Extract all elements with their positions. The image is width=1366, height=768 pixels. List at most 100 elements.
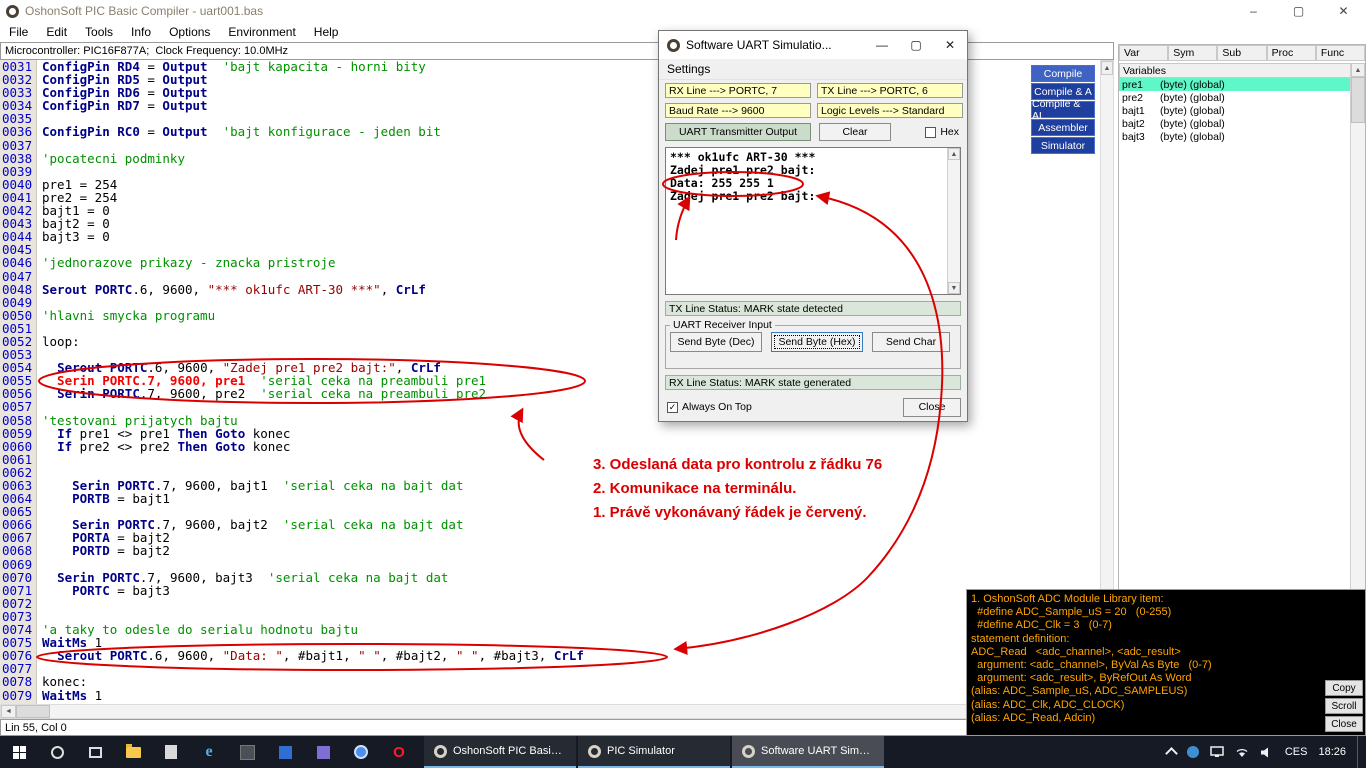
send-byte-hex-button[interactable]: Send Byte (Hex) (771, 332, 863, 352)
show-desktop-button[interactable] (1357, 736, 1362, 768)
menu-environment[interactable]: Environment (219, 25, 304, 39)
variable-row[interactable]: bajt1(byte) (global) (1119, 104, 1351, 117)
send-char-button[interactable]: Send Char (872, 332, 950, 352)
code-line[interactable]: 0061 (0, 453, 1100, 466)
tab-var[interactable]: Var (1119, 45, 1168, 61)
pinned-app-2[interactable]: e (190, 736, 228, 768)
dialog-minimize-button[interactable]: — (865, 31, 899, 59)
variable-row[interactable]: bajt3(byte) (global) (1119, 130, 1351, 143)
baud-rate-field[interactable]: Baud Rate ---> 9600 (665, 103, 811, 118)
uart-dialog-titlebar[interactable]: Software UART Simulatio... — ▢ ✕ (659, 31, 967, 59)
scroll-left-icon[interactable]: ◄ (1, 705, 16, 718)
adc-close-button[interactable]: Close (1325, 716, 1363, 732)
code-text: 'hlavni smycka programu (36, 309, 215, 322)
dialog-maximize-button[interactable]: ▢ (899, 31, 933, 59)
taskbar-window-oshonsoft[interactable]: OshonSoft PIC Basic ... (424, 736, 576, 768)
taskbar-window-pic-simulator[interactable]: PIC Simulator (578, 736, 730, 768)
variable-type: (byte) (global) (1160, 131, 1225, 143)
maximize-button[interactable]: ▢ (1276, 0, 1321, 22)
pinned-app-3[interactable] (228, 736, 266, 768)
code-line[interactable]: 0074'a taky to odesle do serialu hodnotu… (0, 623, 1100, 636)
tab-sub[interactable]: Sub (1217, 45, 1266, 61)
uart-transmitter-output-button[interactable]: UART Transmitter Output (665, 123, 811, 141)
language-indicator[interactable]: CES (1285, 746, 1308, 758)
scroll-up-icon[interactable]: ▲ (1351, 63, 1365, 77)
minimize-button[interactable]: – (1231, 0, 1276, 22)
volume-icon[interactable] (1260, 747, 1274, 758)
always-on-top-checkbox[interactable]: Always On Top (667, 401, 752, 413)
hex-checkbox[interactable]: Hex (925, 126, 959, 138)
always-on-top-checkbox-box[interactable] (667, 402, 678, 413)
scroll-up-icon[interactable]: ▲ (948, 148, 960, 160)
simulator-button[interactable]: Simulator (1031, 137, 1095, 154)
editor-hscrollbar[interactable]: ◄ (0, 704, 1114, 719)
code-token: PORTB (72, 491, 110, 506)
hex-checkbox-box[interactable] (925, 127, 936, 138)
variable-row[interactable]: pre2(byte) (global) (1119, 91, 1351, 104)
start-button[interactable] (0, 736, 38, 768)
send-byte-dec-button[interactable]: Send Byte (Dec) (670, 332, 762, 352)
code-text: PORTC = bajt3 (36, 584, 170, 597)
logic-levels-field[interactable]: Logic Levels ---> Standard (817, 103, 963, 118)
code-line[interactable]: 0071 PORTC = bajt3 (0, 584, 1100, 597)
menu-edit[interactable]: Edit (37, 25, 76, 39)
main-titlebar[interactable]: OshonSoft PIC Basic Compiler - uart001.b… (0, 0, 1366, 22)
file-explorer-button[interactable] (114, 736, 152, 768)
taskbar-window-uart-simulator[interactable]: Software UART Simul... (732, 736, 884, 768)
tray-app-icon[interactable] (1187, 746, 1199, 758)
scroll-down-icon[interactable]: ▼ (948, 282, 960, 294)
pinned-app-6[interactable] (342, 736, 380, 768)
code-line[interactable]: 0068 PORTD = bajt2 (0, 544, 1100, 557)
code-line[interactable]: 0076 Serout PORTC.6, 9600, "Data: ", #ba… (0, 649, 1100, 662)
variable-row[interactable]: bajt2(byte) (global) (1119, 117, 1351, 130)
code-line[interactable]: 0079WaitMs 1 (0, 689, 1100, 702)
variable-row[interactable]: pre1(byte) (global) (1119, 78, 1351, 91)
adc-scroll-button[interactable]: Scroll (1325, 698, 1363, 714)
code-line[interactable]: 0078konec: (0, 675, 1100, 688)
tab-proc[interactable]: Proc (1267, 45, 1316, 61)
search-button[interactable] (38, 736, 76, 768)
display-icon[interactable] (1210, 746, 1224, 758)
variables-header[interactable]: Variables (1119, 63, 1351, 78)
tray-expand-icon[interactable] (1165, 747, 1178, 760)
tx-line-field[interactable]: TX Line ---> PORTC, 6 (817, 83, 963, 98)
assembler-button[interactable]: Assembler (1031, 119, 1095, 136)
pinned-app-7[interactable]: O (380, 736, 418, 768)
menu-options[interactable]: Options (160, 25, 219, 39)
settings-menu-item[interactable]: Settings (667, 62, 710, 76)
compile-al-button[interactable]: Compile & AL (1031, 101, 1095, 118)
clear-button[interactable]: Clear (819, 123, 891, 141)
vars-scroll-thumb[interactable] (1351, 77, 1365, 123)
document-app-icon (165, 745, 177, 759)
variable-type: (byte) (global) (1160, 105, 1225, 117)
code-line[interactable]: 0064 PORTB = bajt1 (0, 492, 1100, 505)
compile-button[interactable]: Compile (1031, 65, 1095, 82)
code-line[interactable]: 0072 (0, 597, 1100, 610)
menu-tools[interactable]: Tools (76, 25, 122, 39)
menu-help[interactable]: Help (305, 25, 348, 39)
tab-sym[interactable]: Sym (1168, 45, 1217, 61)
pinned-app-4[interactable] (266, 736, 304, 768)
hscroll-thumb[interactable] (16, 705, 50, 718)
close-button[interactable]: ✕ (1321, 0, 1366, 22)
scroll-up-icon[interactable]: ▲ (1101, 61, 1113, 75)
tx-line-status: TX Line Status: MARK state detected (665, 301, 961, 316)
clock[interactable]: 18:26 (1318, 746, 1346, 758)
wifi-icon[interactable] (1235, 747, 1249, 758)
task-view-button[interactable] (76, 736, 114, 768)
pinned-app-1[interactable] (152, 736, 190, 768)
adc-copy-button[interactable]: Copy (1325, 680, 1363, 696)
pinned-app-5[interactable] (304, 736, 342, 768)
menu-info[interactable]: Info (122, 25, 160, 39)
terminal-scrollbar[interactable]: ▲ ▼ (947, 148, 960, 294)
dialog-close-button[interactable]: ✕ (933, 31, 967, 59)
uart-terminal[interactable]: *** ok1ufc ART-30 *** Zadej pre1 pre2 ba… (665, 147, 961, 295)
menu-file[interactable]: File (0, 25, 37, 39)
main-window-title: OshonSoft PIC Basic Compiler - uart001.b… (25, 4, 263, 18)
tab-func[interactable]: Func (1316, 45, 1365, 61)
uart-close-button[interactable]: Close (903, 398, 961, 417)
rx-line-field[interactable]: RX Line ---> PORTC, 7 (665, 83, 811, 98)
uart-receiver-group: UART Receiver Input Send Byte (Dec)Send … (665, 319, 961, 369)
code-line[interactable]: 0077 (0, 662, 1100, 675)
code-line[interactable]: 0060 If pre2 <> pre2 Then Goto konec (0, 440, 1100, 453)
